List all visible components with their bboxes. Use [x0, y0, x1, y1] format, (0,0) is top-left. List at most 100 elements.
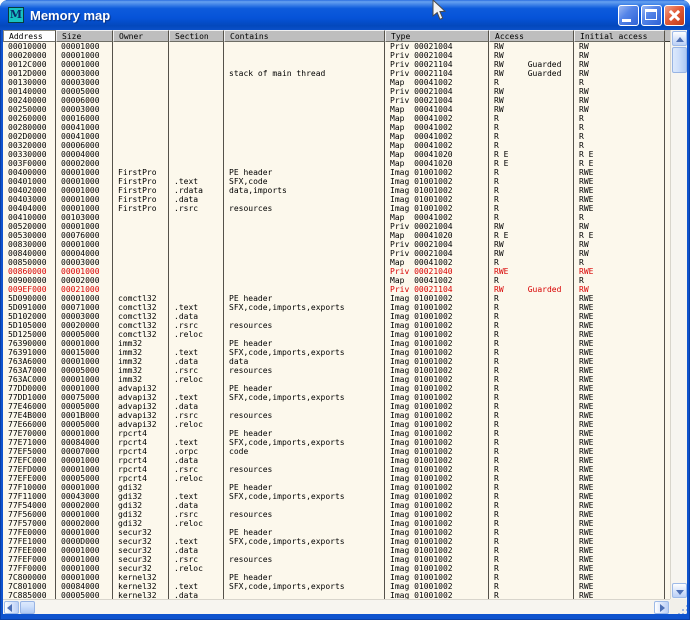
horizontal-scrollbar[interactable]: [3, 599, 670, 614]
table-row[interactable]: 0026000000016000Map 00041002RR: [3, 114, 670, 123]
cell-type: Imag 01001002: [385, 546, 489, 555]
table-row[interactable]: 003F000000002000Map 00041020R ER E: [3, 159, 670, 168]
table-row[interactable]: 77EFC00000001000rpcrt4.dataImag 01001002…: [3, 456, 670, 465]
table-row[interactable]: 0040200000001000FirstPro.rdatadata,impor…: [3, 186, 670, 195]
cell-initial-access: RW: [574, 285, 665, 294]
table-row[interactable]: 0012D00000003000stack of main threadPriv…: [3, 69, 670, 78]
table-row[interactable]: 763A700000005000imm32.rsrcresourcesImag …: [3, 366, 670, 375]
table-row[interactable]: 763AC00000001000imm32.relocImag 01001002…: [3, 375, 670, 384]
table-row[interactable]: 0033000000004000Map 00041020R ER E: [3, 150, 670, 159]
table-row[interactable]: 0040400000001000FirstPro.rsrcresourcesIm…: [3, 204, 670, 213]
table-row[interactable]: 5D09100000071000comctl32.textSFX,code,im…: [3, 303, 670, 312]
table-row[interactable]: 77EFE00000005000rpcrt4.relocImag 0100100…: [3, 474, 670, 483]
vertical-scroll-thumb[interactable]: [672, 47, 687, 73]
table-row[interactable]: 77EF500000007000rpcrt4.orpccodeImag 0100…: [3, 447, 670, 456]
table-row[interactable]: 0012C00000001000Priv 00021104RW GuardedR…: [3, 60, 670, 69]
table-row[interactable]: 0086000000001000Priv 00021040RWERWE: [3, 267, 670, 276]
cell-owner: comctl32: [113, 312, 169, 321]
cell-owner: FirstPro: [113, 186, 169, 195]
table-row[interactable]: 0040000000001000FirstProPE headerImag 01…: [3, 168, 670, 177]
cell-owner: rpcrt4: [113, 465, 169, 474]
table-row[interactable]: 0028000000041000Map 00041002RR: [3, 123, 670, 132]
table-row[interactable]: 0090000000002000Map 00041002RR: [3, 276, 670, 285]
table-row[interactable]: 77F5400000002000gdi32.dataImag 01001002R…: [3, 501, 670, 510]
column-header-access[interactable]: Access: [489, 30, 574, 42]
table-row[interactable]: 7C80000000001000kernel32PE headerImag 01…: [3, 573, 670, 582]
cell-size: 00005000: [56, 402, 113, 411]
table-row[interactable]: 009EF00000021000Priv 00021104RW GuardedR…: [3, 285, 670, 294]
table-row[interactable]: 77F1100000043000gdi32.textSFX,code,impor…: [3, 492, 670, 501]
table-row[interactable]: 5D12500000005000comctl32.relocImag 01001…: [3, 330, 670, 339]
table-row[interactable]: 77FE10000000D000secur32.textSFX,code,imp…: [3, 537, 670, 546]
table-row[interactable]: 7639000000001000imm32PE headerImag 01001…: [3, 339, 670, 348]
table-row[interactable]: 0053000000076000Map 00041020R ER E: [3, 231, 670, 240]
table-row[interactable]: 77DD000000001000advapi32PE headerImag 01…: [3, 384, 670, 393]
minimize-button[interactable]: [618, 5, 639, 26]
column-header-initial-access[interactable]: Initial access: [574, 30, 665, 42]
table-row[interactable]: 0040300000001000FirstPro.dataImag 010010…: [3, 195, 670, 204]
column-header-type[interactable]: Type: [385, 30, 489, 42]
title-bar[interactable]: M Memory map: [0, 0, 690, 30]
table-row[interactable]: 77E7000000001000rpcrt4PE headerImag 0100…: [3, 429, 670, 438]
table-row[interactable]: 77EFD00000001000rpcrt4.rsrcresourcesImag…: [3, 465, 670, 474]
table-row[interactable]: 77F5700000002000gdi32.relocImag 01001002…: [3, 519, 670, 528]
table-row[interactable]: 77FE000000001000secur32PE headerImag 010…: [3, 528, 670, 537]
table-row[interactable]: 0084000000004000Priv 00021004RWRW: [3, 249, 670, 258]
cell-section: [169, 150, 224, 159]
resize-grip-icon: [682, 609, 684, 611]
resize-grip[interactable]: [670, 599, 687, 614]
scroll-up-button[interactable]: [672, 31, 687, 46]
table-row[interactable]: 002D000000041000Map 00041002RR: [3, 132, 670, 141]
cell-access: R: [489, 573, 574, 582]
table-row[interactable]: 77FF000000001000secur32.relocImag 010010…: [3, 564, 670, 573]
close-button[interactable]: [664, 5, 685, 26]
table-row[interactable]: 77E4B0000001B000advapi32.rsrcresourcesIm…: [3, 411, 670, 420]
table-row[interactable]: 0014000000005000Priv 00021004RWRW: [3, 87, 670, 96]
table-row[interactable]: 763A600000001000imm32.datadataImag 01001…: [3, 357, 670, 366]
column-header-contains[interactable]: Contains: [224, 30, 385, 42]
vertical-scrollbar[interactable]: [670, 30, 687, 599]
table-row[interactable]: 5D10200000003000comctl32.dataImag 010010…: [3, 312, 670, 321]
column-header-size[interactable]: Size: [56, 30, 113, 42]
table-row[interactable]: 0024000000006000Priv 00021004RWRW: [3, 96, 670, 105]
table-row[interactable]: 5D09000000001000comctl32PE headerImag 01…: [3, 294, 670, 303]
cell-size: 00006000: [56, 96, 113, 105]
cell-address: 77F57000: [3, 519, 56, 528]
table-row[interactable]: 0001000000001000Priv 00021004RWRW: [3, 42, 670, 51]
column-header-owner[interactable]: Owner: [113, 30, 169, 42]
table-row[interactable]: 5D10500000020000comctl32.rsrcresourcesIm…: [3, 321, 670, 330]
table-row[interactable]: 77FEF00000001000secur32.rsrcresourcesIma…: [3, 555, 670, 564]
maximize-button[interactable]: [641, 5, 662, 26]
table-row[interactable]: 0052000000001000Priv 00021004RWRW: [3, 222, 670, 231]
table-row[interactable]: 0083000000001000Priv 00021004RWRW: [3, 240, 670, 249]
table-row[interactable]: 7C88500000005000kernel32.dataImag 010010…: [3, 591, 670, 599]
table-row[interactable]: 77E7100000084000rpcrt4.textSFX,code,impo…: [3, 438, 670, 447]
table-row[interactable]: 77F5600000001000gdi32.rsrcresourcesImag …: [3, 510, 670, 519]
scroll-left-button[interactable]: [4, 601, 19, 614]
cell-section: .text: [169, 303, 224, 312]
table-row[interactable]: 77E4600000005000advapi32.dataImag 010010…: [3, 402, 670, 411]
table-row[interactable]: 0041000000103000Map 00041002RR: [3, 213, 670, 222]
table-row[interactable]: 0025000000003000Map 00041004RWRW: [3, 105, 670, 114]
table-row[interactable]: 77E6600000005000advapi32.relocImag 01001…: [3, 420, 670, 429]
table-row[interactable]: 7639100000015000imm32.textSFX,code,impor…: [3, 348, 670, 357]
column-header-address[interactable]: Address: [3, 30, 56, 42]
table-row[interactable]: 0032000000006000Map 00041002RR: [3, 141, 670, 150]
table-row[interactable]: 0085000000003000Map 00041002RR: [3, 258, 670, 267]
table-row[interactable]: 77DD100000075000advapi32.textSFX,code,im…: [3, 393, 670, 402]
cell-access: R: [489, 591, 574, 599]
table-row[interactable]: 0013000000003000Map 00041002RR: [3, 78, 670, 87]
scroll-down-button[interactable]: [672, 583, 687, 598]
column-header-section[interactable]: Section: [169, 30, 224, 42]
table-row[interactable]: 77FEE00000001000secur32.dataImag 0100100…: [3, 546, 670, 555]
scroll-right-button[interactable]: [654, 601, 669, 614]
cell-contains: data: [224, 357, 385, 366]
table-row[interactable]: 7C80100000084000kernel32.textSFX,code,im…: [3, 582, 670, 591]
table-row[interactable]: 0002000000001000Priv 00021004RWRW: [3, 51, 670, 60]
table-row[interactable]: 0040100000001000FirstPro.textSFX,codeIma…: [3, 177, 670, 186]
cell-address: 0012D000: [3, 69, 56, 78]
cell-initial-access: R: [574, 132, 665, 141]
cell-contains: PE header: [224, 384, 385, 393]
horizontal-scroll-thumb[interactable]: [20, 601, 35, 614]
table-row[interactable]: 77F1000000001000gdi32PE headerImag 01001…: [3, 483, 670, 492]
